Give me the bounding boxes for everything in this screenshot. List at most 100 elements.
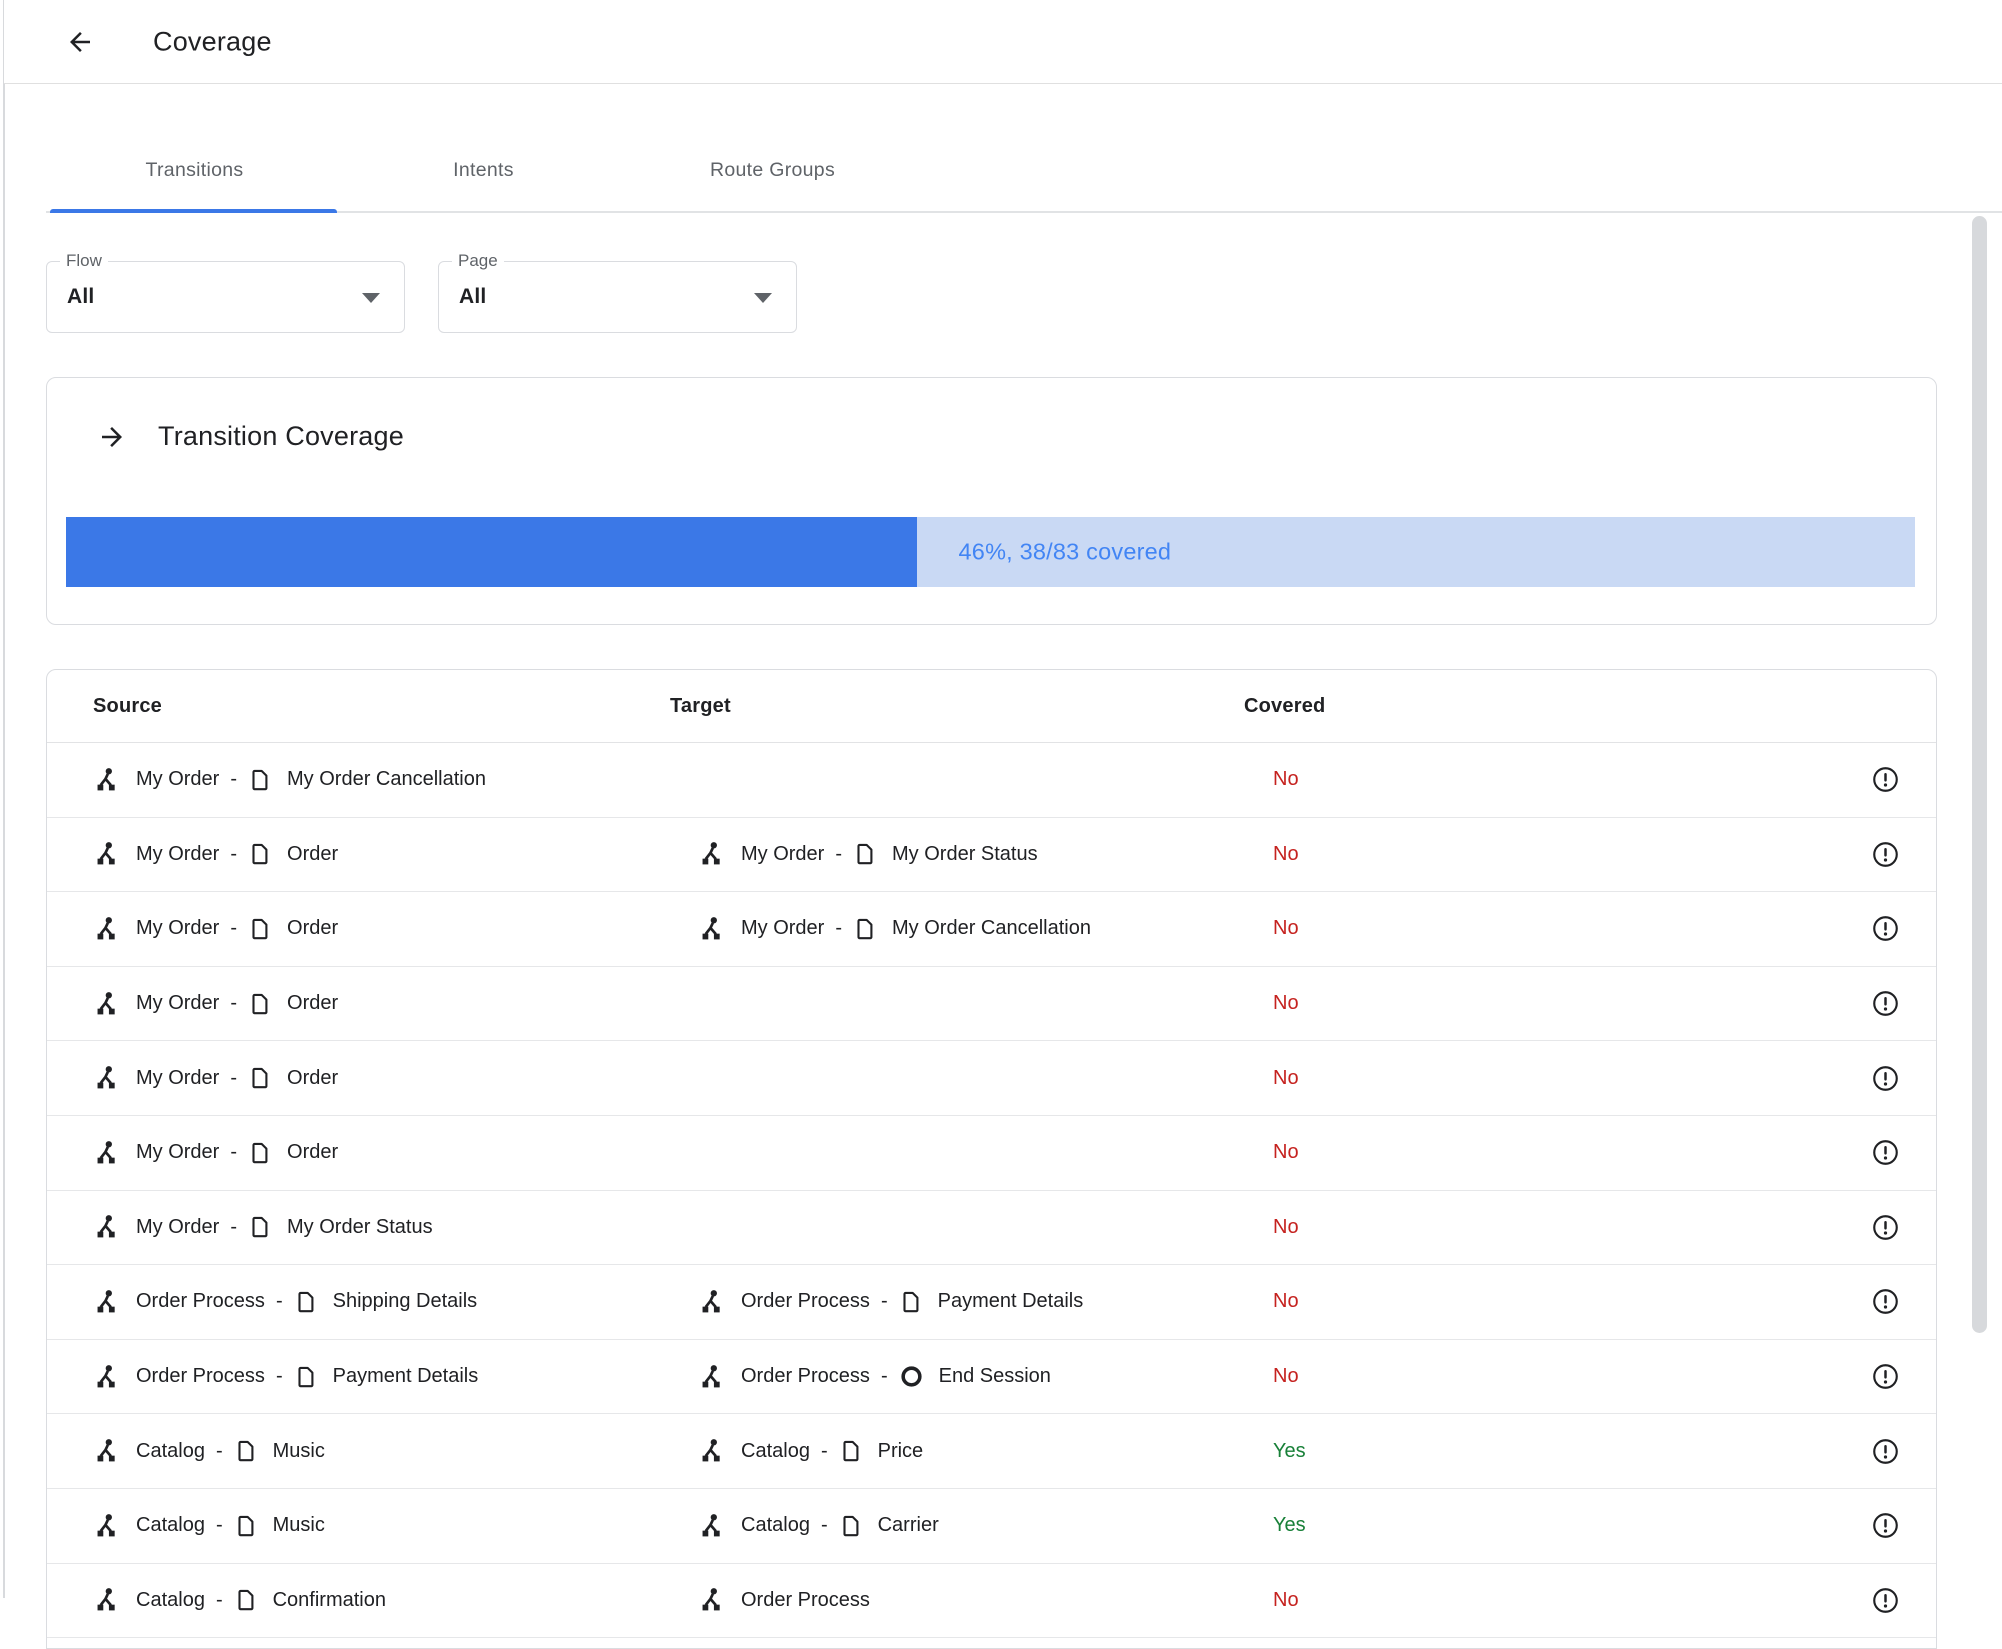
- covered-value: No: [1273, 1365, 1299, 1388]
- flow-icon: [97, 1140, 115, 1164]
- covered-value: No: [1273, 1588, 1299, 1611]
- page-icon: [298, 1366, 314, 1387]
- coverage-table: Source Target Covered My Order - My Order …: [46, 669, 1937, 1649]
- page-icon: [238, 1590, 254, 1611]
- separator: -: [215, 1514, 223, 1537]
- covered-value: Yes: [1273, 1514, 1306, 1537]
- flow-filter-value: All: [67, 285, 95, 308]
- page-name: Order: [287, 917, 339, 940]
- covered-cell: No: [1244, 1589, 1464, 1612]
- flow-icon: [97, 1066, 115, 1089]
- error-outline-icon: [1873, 842, 1898, 867]
- separator: -: [230, 917, 238, 940]
- table-row: My Order - Order My Order - My Order Status …: [47, 818, 1936, 893]
- flow-name: Order Process: [741, 1365, 870, 1388]
- source-entity: My Order - My Order Cancellation: [93, 767, 486, 793]
- table-row: Order Process - Shipping Details Order Pro…: [47, 1265, 1936, 1340]
- separator: -: [230, 1066, 238, 1089]
- tab-route-groups[interactable]: Route Groups: [628, 84, 917, 213]
- target-cell: Order Process - End Session: [670, 1364, 1244, 1390]
- covered-cell: No: [1244, 1067, 1464, 1090]
- row-info[interactable]: [1872, 841, 1936, 868]
- covered-value: No: [1273, 1141, 1299, 1164]
- row-info[interactable]: [1872, 766, 1936, 793]
- error-outline-icon: [1873, 916, 1898, 942]
- row-info[interactable]: [1872, 1512, 1936, 1539]
- row-info[interactable]: [1872, 915, 1936, 942]
- target-cell: Catalog - Price: [670, 1438, 1244, 1464]
- page-icon: [252, 769, 268, 791]
- target-cell: Catalog - Carrier: [670, 1513, 1244, 1539]
- covered-cell: Yes: [1244, 1440, 1464, 1463]
- separator: -: [880, 1290, 888, 1313]
- page-name: My Order Cancellation: [287, 768, 486, 791]
- dropdown-arrow-icon: [754, 293, 772, 303]
- separator: -: [275, 1365, 283, 1388]
- flow-name: My Order: [136, 917, 220, 940]
- table-row: Catalog - Music Catalog - Price Yes: [47, 1414, 1936, 1489]
- target-entity: My Order - My Order Status: [698, 841, 1038, 867]
- flow-icon: [97, 842, 115, 865]
- coverage-card-title: Transition Coverage: [158, 421, 404, 451]
- flow-icon: [97, 1588, 115, 1611]
- row-info[interactable]: [1872, 1065, 1936, 1092]
- error-outline-icon: [1873, 1588, 1898, 1613]
- page-icon: [252, 1142, 268, 1164]
- flow-name: My Order: [136, 842, 220, 865]
- vertical-scrollbar-thumb[interactable]: [1972, 216, 1987, 1333]
- coverage-progress-fill: [66, 517, 917, 587]
- page-icon: [857, 844, 873, 865]
- page-title: Coverage: [153, 26, 272, 56]
- flow-icon: [702, 1364, 720, 1387]
- page-name: Order: [287, 842, 339, 865]
- row-info[interactable]: [1872, 1288, 1936, 1315]
- flow-name: Order Process: [136, 1290, 265, 1313]
- coverage-progress-bar: 46%, 38/83 covered: [66, 517, 1915, 587]
- page-icon: [843, 1440, 859, 1462]
- separator: -: [820, 1514, 828, 1537]
- tab-transitions[interactable]: Transitions: [50, 84, 339, 213]
- page-filter-select[interactable]: Page All: [438, 251, 797, 333]
- app-header: Coverage: [4, 0, 2002, 84]
- source-cell: My Order - Order: [47, 1065, 670, 1091]
- flow-icon: [97, 1364, 115, 1387]
- flow-filter-label: Flow: [60, 251, 108, 271]
- source-entity: Order Process - Payment Details: [93, 1364, 478, 1390]
- row-info[interactable]: [1872, 1363, 1936, 1390]
- coverage-table-body: My Order - My Order Cancellation No My Ord…: [47, 743, 1936, 1639]
- column-header-target: Target: [670, 694, 731, 717]
- target-entity: Order Process - Payment Details: [698, 1289, 1083, 1315]
- page-name: Confirmation: [272, 1588, 386, 1611]
- flow-filter-select[interactable]: Flow All: [46, 251, 405, 333]
- page-name: My Order Cancellation: [892, 917, 1091, 940]
- row-info[interactable]: [1872, 1438, 1936, 1465]
- flow-icon: [97, 1215, 115, 1238]
- row-info[interactable]: [1872, 1587, 1936, 1614]
- separator: -: [835, 842, 843, 865]
- page-name: Payment Details: [937, 1290, 1084, 1313]
- row-info[interactable]: [1872, 990, 1936, 1017]
- end-session-icon: [901, 1366, 922, 1387]
- separator: -: [820, 1439, 828, 1462]
- page-icon: [252, 993, 268, 1014]
- table-row: My Order - Order My Order - My Order Cancell…: [47, 892, 1936, 967]
- flow-name: My Order: [136, 1066, 220, 1089]
- error-outline-icon: [1873, 1364, 1898, 1389]
- separator: -: [215, 1588, 223, 1611]
- flow-name: My Order: [741, 917, 825, 940]
- coverage-progress-label: 46%, 38/83 covered: [958, 538, 1172, 565]
- row-info[interactable]: [1872, 1139, 1936, 1166]
- source-cell: My Order - Order: [47, 991, 670, 1017]
- target-cell: My Order - My Order Cancellation: [670, 916, 1244, 942]
- source-cell: Order Process - Payment Details: [47, 1364, 670, 1390]
- source-entity: My Order - Order: [93, 991, 338, 1017]
- table-row: My Order - Order No: [47, 1041, 1936, 1116]
- page-filter-value: All: [459, 285, 487, 308]
- table-header-row: Source Target Covered: [47, 670, 1936, 743]
- row-info[interactable]: [1872, 1214, 1936, 1241]
- table-row: My Order - My Order Status No: [47, 1191, 1936, 1266]
- back-button[interactable]: [62, 24, 98, 60]
- flow-name: My Order: [136, 1141, 220, 1164]
- flow-name: Order Process: [136, 1365, 265, 1388]
- tab-intents[interactable]: Intents: [339, 84, 628, 213]
